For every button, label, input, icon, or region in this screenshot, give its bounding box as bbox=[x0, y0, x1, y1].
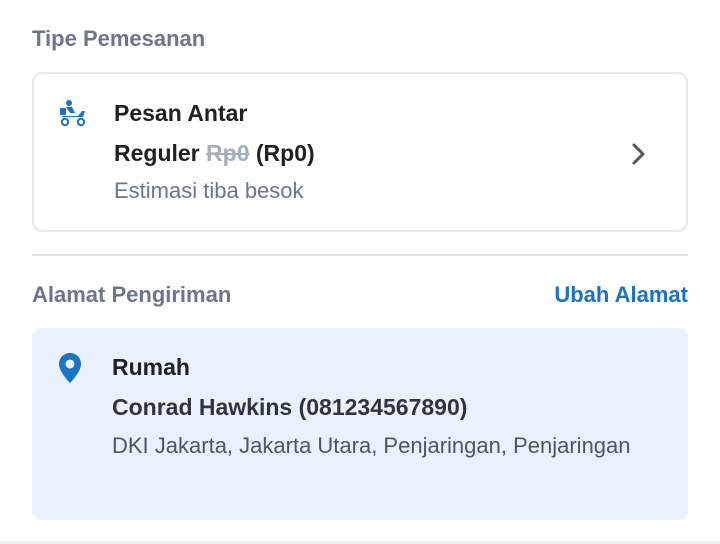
section-divider bbox=[32, 254, 688, 256]
address-recipient: Conrad Hawkins (081234567890) bbox=[112, 394, 468, 420]
original-price: Rp0 bbox=[206, 140, 250, 166]
checkout-page: Tipe Pemesanan Pesan Antar Reguler Rp0 (… bbox=[0, 0, 720, 544]
change-address-link[interactable]: Ubah Alamat bbox=[554, 282, 688, 308]
delivery-scooter-icon bbox=[58, 98, 88, 128]
address-details: Rumah Conrad Hawkins (081234567890) DKI … bbox=[112, 352, 652, 462]
shipping-address-title: Alamat Pengiriman bbox=[32, 282, 232, 307]
service-price-line: Reguler Rp0 (Rp0) bbox=[114, 138, 315, 168]
final-price: (Rp0) bbox=[255, 140, 315, 166]
location-pin-icon bbox=[58, 352, 82, 384]
chevron-right-icon[interactable] bbox=[628, 140, 650, 168]
order-method: Pesan Antar bbox=[114, 100, 248, 126]
shipping-address-header: Alamat Pengiriman Ubah Alamat bbox=[32, 282, 688, 308]
service-name: Reguler bbox=[114, 140, 200, 166]
shipping-address-card: Rumah Conrad Hawkins (081234567890) DKI … bbox=[32, 328, 688, 520]
delivery-estimate: Estimasi tiba besok bbox=[114, 178, 304, 203]
order-type-title: Tipe Pemesanan bbox=[32, 26, 206, 51]
order-type-details: Pesan Antar Reguler Rp0 (Rp0) Estimasi t… bbox=[114, 98, 315, 206]
address-label: Rumah bbox=[112, 354, 190, 380]
order-type-card[interactable]: Pesan Antar Reguler Rp0 (Rp0) Estimasi t… bbox=[32, 72, 688, 232]
address-detail: DKI Jakarta, Jakarta Utara, Penjaringan,… bbox=[112, 433, 631, 458]
